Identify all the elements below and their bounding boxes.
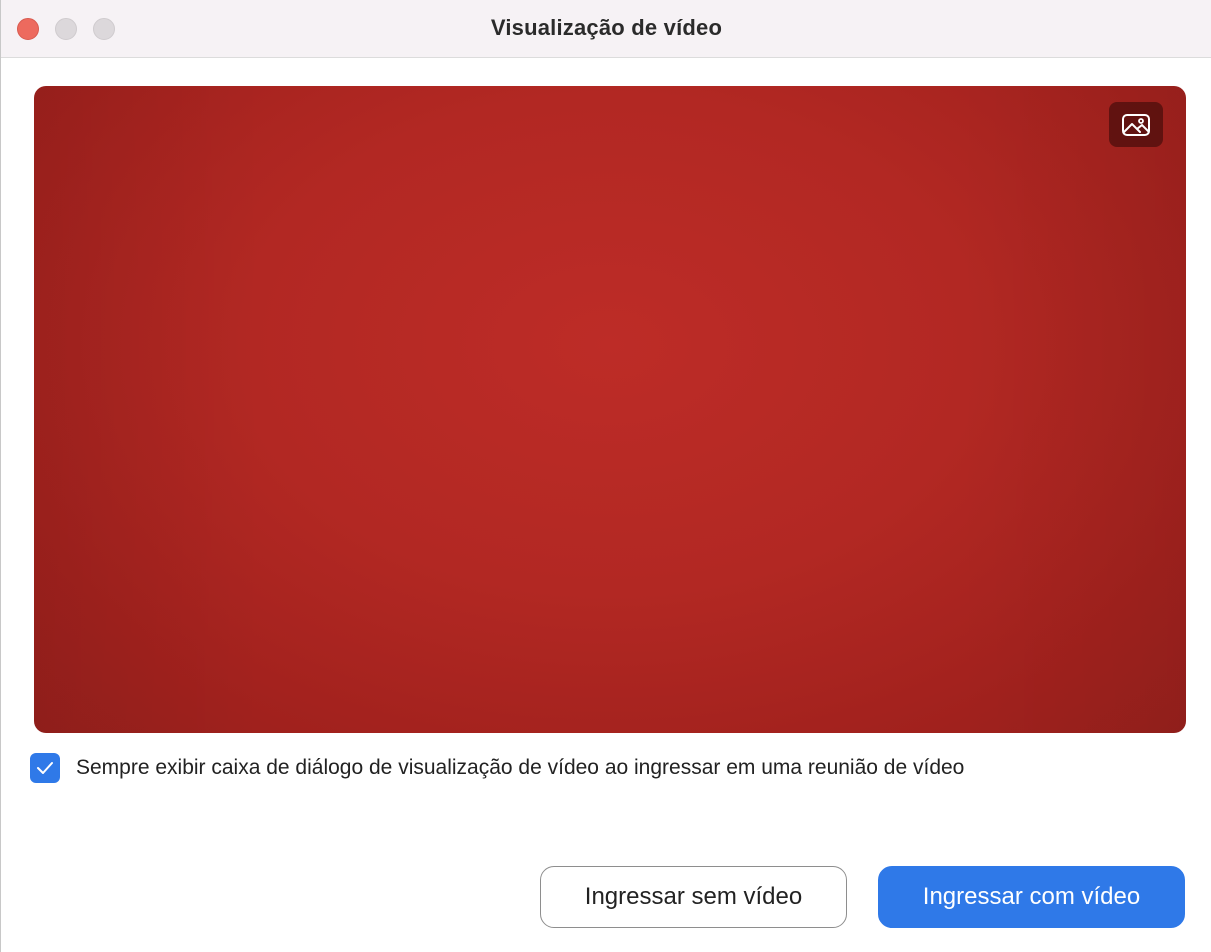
join-with-video-button[interactable]: Ingressar com vídeo	[878, 866, 1185, 928]
always-show-preview-label[interactable]: Sempre exibir caixa de diálogo de visual…	[76, 756, 964, 780]
checkmark-icon	[37, 762, 53, 774]
image-icon	[1122, 113, 1150, 136]
background-effects-button[interactable]	[1109, 102, 1163, 147]
title-bar[interactable]: Visualização de vídeo	[1, 0, 1211, 58]
join-without-video-button[interactable]: Ingressar sem vídeo	[540, 866, 847, 928]
video-preview	[34, 86, 1186, 733]
always-show-preview-checkbox[interactable]	[30, 753, 60, 783]
video-preview-window: Visualização de vídeo Sempre exibir caix…	[0, 0, 1211, 952]
always-show-preview-option[interactable]: Sempre exibir caixa de diálogo de visual…	[30, 752, 964, 784]
window-title: Visualização de vídeo	[490, 15, 723, 40]
